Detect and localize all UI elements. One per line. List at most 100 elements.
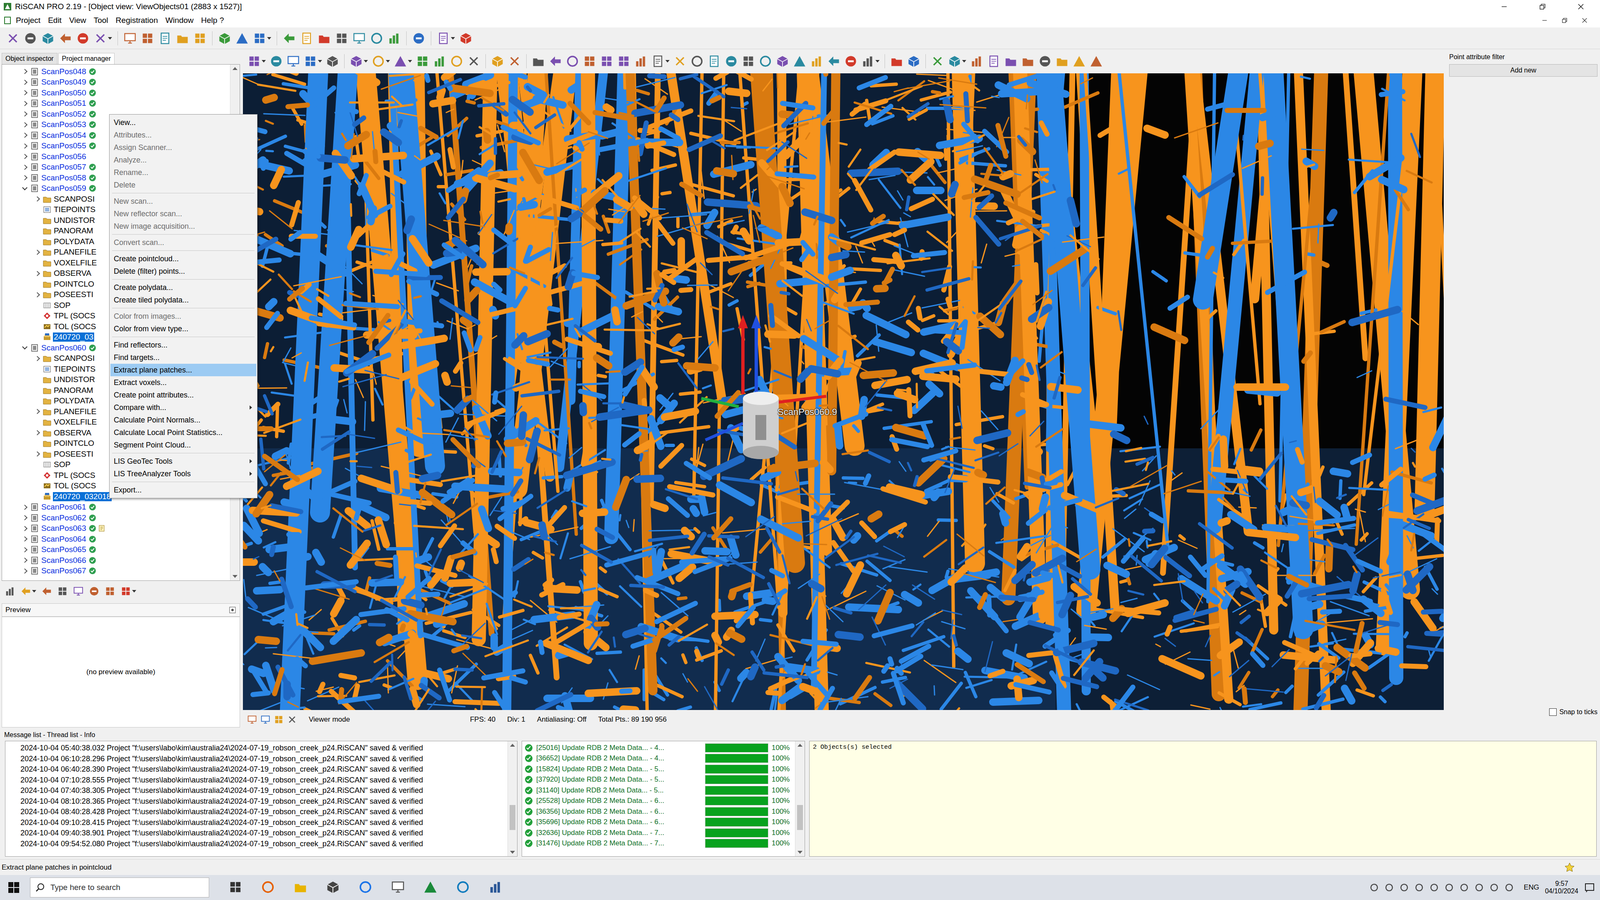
tree-label[interactable]: ScanPos064	[40, 534, 88, 544]
tree-label[interactable]: ScanPos056	[40, 152, 88, 162]
tree-label[interactable]: OBSERVA	[52, 428, 93, 438]
toolbar-button[interactable]	[1071, 53, 1088, 70]
tree-label[interactable]: UNDISTOR	[52, 375, 96, 385]
tree-label[interactable]: ScanPos063	[40, 523, 88, 533]
tree-item[interactable]: ScanPos067	[2, 565, 230, 577]
expander[interactable]	[20, 502, 29, 512]
expander[interactable]	[20, 141, 29, 150]
tree-label[interactable]: ScanPos066	[40, 555, 88, 565]
menu-item[interactable]: Registration	[112, 15, 162, 26]
toolbar-button[interactable]	[929, 53, 946, 70]
message-row[interactable]: 2024-10-04 09:40:38.901 Project "f:\user…	[20, 827, 508, 839]
scroll-up-icon[interactable]	[510, 743, 515, 747]
context-menu-item[interactable]: Extract plane patches...	[110, 363, 257, 377]
context-menu-item[interactable]: LIS TreeAnalyzer Tools	[110, 467, 257, 480]
toolbar-button[interactable]	[285, 53, 302, 70]
expander[interactable]	[32, 450, 42, 459]
tree-label[interactable]: UNDISTOR	[52, 215, 96, 225]
notifications-icon[interactable]	[1584, 882, 1595, 893]
tree-item[interactable]: ScanPos064	[2, 533, 230, 545]
message-scrollbar[interactable]	[507, 741, 518, 857]
toolbar-button[interactable]	[985, 53, 1002, 70]
tree-item[interactable]: ScanPos051	[2, 98, 230, 110]
context-menu-item[interactable]: Export...	[110, 483, 257, 497]
context-menu-item[interactable]: Find reflectors...	[110, 338, 257, 352]
restore-button[interactable]	[1523, 0, 1562, 14]
expander[interactable]	[20, 67, 29, 76]
tree-item[interactable]: ScanPos049	[2, 77, 230, 88]
toolbar-button[interactable]	[774, 53, 791, 70]
message-row[interactable]: 2024-10-04 06:40:28.390 Project "f:\user…	[20, 764, 508, 775]
expander[interactable]	[32, 365, 42, 374]
toolbar-button[interactable]	[298, 30, 315, 47]
tree-item[interactable]: ScanPos066	[2, 555, 230, 566]
taskbar-app[interactable]	[386, 878, 410, 898]
toolbar-button[interactable]	[825, 53, 842, 70]
tree-label[interactable]: ScanPos048	[40, 67, 88, 77]
toolbar-button[interactable]	[431, 53, 448, 70]
toolbar-button[interactable]	[564, 53, 581, 70]
tree-label[interactable]: VOXELFILE	[52, 258, 98, 268]
menu-item[interactable]: Project	[12, 15, 44, 26]
add-new-button[interactable]: Add new	[1449, 64, 1598, 77]
toolbar-button[interactable]	[40, 584, 54, 598]
tree-label[interactable]: ScanPos061	[40, 502, 88, 512]
taskbar-app[interactable]	[289, 878, 312, 898]
toolbar-button[interactable]	[75, 30, 91, 47]
toolbar-button[interactable]	[689, 53, 705, 70]
checkbox[interactable]	[1549, 708, 1557, 716]
context-menu-item[interactable]: Segment Point Cloud...	[110, 438, 257, 452]
scroll-thumb[interactable]	[509, 805, 516, 830]
toolbar-button[interactable]	[457, 30, 474, 47]
toolbar-button[interactable]	[842, 53, 859, 70]
toolbar-button[interactable]	[368, 30, 385, 47]
expander[interactable]	[20, 513, 29, 523]
toolbar-button[interactable]	[706, 53, 723, 70]
tree-item[interactable]: ScanPos063	[2, 523, 230, 535]
toolbar-button[interactable]	[489, 53, 506, 70]
toolbar-button[interactable]	[281, 30, 298, 47]
tree-label[interactable]: SCANPOSI	[52, 353, 96, 363]
expander[interactable]	[20, 566, 29, 575]
toolbar-button[interactable]	[174, 30, 191, 47]
close-icon[interactable]	[1581, 17, 1588, 24]
tree-label[interactable]: ScanPos055	[40, 141, 88, 151]
tree-label[interactable]: TOL (SOCS	[52, 481, 97, 491]
toolbar-button[interactable]	[22, 30, 39, 47]
toolbar-button[interactable]	[92, 30, 114, 47]
tree-label[interactable]: TIEPOINTS	[52, 364, 97, 374]
tree-label[interactable]: ScanPos051	[40, 98, 88, 108]
close-button[interactable]	[1561, 0, 1600, 14]
expander[interactable]	[32, 301, 42, 310]
expander[interactable]	[32, 247, 42, 257]
expander[interactable]	[32, 237, 42, 246]
thread-row[interactable]: [25016] Update RDB 2 Meta Data... - 4...…	[524, 742, 793, 754]
tree-label[interactable]: ScanPos060	[40, 343, 88, 353]
scroll-down-icon[interactable]	[232, 575, 238, 578]
tree-label[interactable]: 240720_03	[52, 332, 95, 342]
scroll-down-icon[interactable]	[510, 850, 515, 854]
taskbar-app[interactable]	[451, 878, 475, 898]
snap-to-ticks[interactable]: Snap to ticks	[1549, 708, 1598, 716]
context-menu-item[interactable]: Create point attributes...	[110, 388, 257, 402]
toolbar-button[interactable]	[216, 30, 233, 47]
taskbar-app[interactable]	[256, 878, 280, 898]
expander[interactable]	[32, 417, 42, 427]
expander[interactable]	[32, 269, 42, 278]
expander[interactable]	[20, 77, 29, 87]
scroll-up-icon[interactable]	[232, 67, 238, 70]
expander[interactable]	[20, 152, 29, 161]
toolbar-button[interactable]	[251, 30, 273, 47]
expander[interactable]	[20, 535, 29, 544]
thread-row[interactable]: [31140] Update RDB 2 Meta Data... - 5...…	[524, 785, 793, 796]
context-menu-item[interactable]: Delete (filter) points...	[110, 265, 257, 278]
thread-scrollbar[interactable]	[795, 741, 805, 857]
tree-label[interactable]: PANORAM	[52, 385, 95, 395]
context-menu-item[interactable]: Create tiled polydata...	[110, 293, 257, 307]
expander[interactable]	[32, 280, 42, 289]
tree-label[interactable]: POLYDATA	[52, 396, 95, 406]
toolbar-button[interactable]	[968, 53, 985, 70]
toolbar-button[interactable]	[581, 53, 598, 70]
expander[interactable]	[32, 492, 42, 501]
windows-start-icon[interactable]	[7, 881, 20, 894]
